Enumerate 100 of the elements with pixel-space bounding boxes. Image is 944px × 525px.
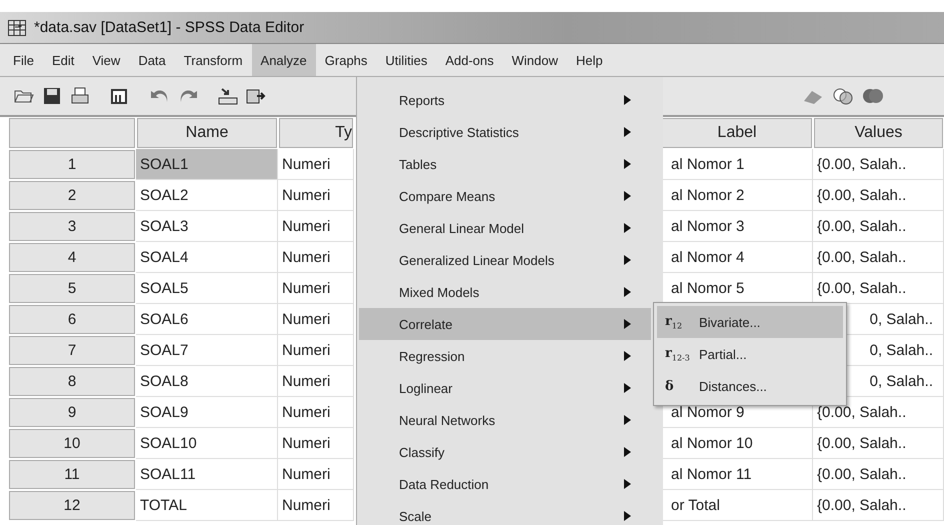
column-header[interactable]: Values — [814, 118, 943, 148]
menu-item[interactable]: Help — [567, 44, 612, 76]
table-cell[interactable]: SOAL5 — [136, 273, 278, 304]
column-header[interactable]: Ty — [279, 118, 353, 148]
table-cell[interactable]: al Nomor 4 — [661, 242, 813, 273]
table-cell[interactable]: Numeri — [278, 490, 354, 521]
table-cell[interactable]: al Nomor 2 — [661, 180, 813, 211]
go-to-case-icon[interactable] — [218, 87, 238, 105]
table-cell[interactable]: Numeri — [278, 211, 354, 242]
venn-circles-icon[interactable] — [832, 87, 854, 105]
menu-item[interactable]: File — [4, 44, 43, 76]
table-cell[interactable]: al Nomor 3 — [661, 211, 813, 242]
submenu-arrow-icon — [624, 415, 631, 425]
menu-item[interactable]: View — [83, 44, 130, 76]
table-cell[interactable]: al Nomor 10 — [661, 428, 813, 459]
menu-item[interactable]: Add-ons — [436, 44, 503, 76]
submenu-arrow-icon — [624, 191, 631, 201]
table-cell[interactable]: {0.00, Salah.. — [813, 428, 944, 459]
table-cell[interactable]: SOAL9 — [136, 397, 278, 428]
statistic-icon: r$_{12-3}$ — [665, 346, 689, 362]
row-number[interactable]: 4 — [9, 243, 135, 272]
app-icon — [8, 20, 26, 36]
row-number[interactable]: 10 — [9, 429, 135, 458]
statistic-icon: δ — [665, 378, 689, 394]
row-number[interactable]: 8 — [9, 367, 135, 396]
window-title: *data.sav [DataSet1] - SPSS Data Editor — [34, 19, 304, 36]
filled-circles-icon[interactable] — [862, 87, 884, 105]
save-icon[interactable] — [42, 87, 62, 105]
table-cell[interactable]: SOAL2 — [136, 180, 278, 211]
table-cell[interactable]: Numeri — [278, 397, 354, 428]
menu-item[interactable]: Data Reduction — [359, 468, 651, 500]
table-cell[interactable]: {0.00, Salah.. — [813, 397, 944, 428]
insert-cases-icon[interactable] — [246, 87, 266, 105]
submenu-arrow-icon — [624, 287, 631, 297]
table-cell[interactable]: SOAL6 — [136, 304, 278, 335]
table-cell[interactable]: TOTAL — [136, 490, 278, 521]
menu-item[interactable]: Generalized Linear Models — [359, 244, 651, 276]
menu-item[interactable]: Scale — [359, 500, 651, 525]
menu-item[interactable]: Window — [502, 44, 567, 76]
submenu-arrow-icon — [624, 255, 631, 265]
menu-item[interactable]: Neural Networks — [359, 404, 651, 436]
row-number[interactable]: 3 — [9, 212, 135, 241]
submenu-arrow-icon — [624, 511, 631, 521]
submenu-arrow-icon — [624, 223, 631, 233]
table-cell[interactable]: {0.00, Salah.. — [813, 242, 944, 273]
row-number[interactable]: 7 — [9, 336, 135, 365]
menu-item[interactable]: Classify — [359, 436, 651, 468]
menu-item[interactable]: Analyze — [252, 44, 316, 76]
row-number[interactable]: 9 — [9, 398, 135, 427]
menu-item[interactable]: Regression — [359, 340, 651, 372]
menu-item[interactable]: Graphs — [316, 44, 376, 76]
table-cell[interactable]: {0.00, Salah.. — [813, 459, 944, 490]
menu-item[interactable]: Descriptive Statistics — [359, 116, 651, 148]
table-cell[interactable]: SOAL8 — [136, 366, 278, 397]
table-cell[interactable]: al Nomor 1 — [661, 149, 813, 180]
table-cell[interactable]: Numeri — [278, 304, 354, 335]
row-number[interactable]: 12 — [9, 491, 135, 520]
table-cell[interactable]: al Nomor 11 — [661, 459, 813, 490]
row-number[interactable]: 5 — [9, 274, 135, 303]
table-cell[interactable]: Numeri — [278, 335, 354, 366]
table-cell[interactable]: Numeri — [278, 180, 354, 211]
row-number[interactable]: 11 — [9, 460, 135, 489]
table-cell[interactable]: Numeri — [278, 428, 354, 459]
column-header[interactable]: Label — [662, 118, 812, 148]
submenu-arrow-icon — [624, 95, 631, 105]
table-cell[interactable]: {0.00, Salah.. — [813, 211, 944, 242]
menu-item[interactable]: Edit — [42, 44, 84, 76]
menu-item[interactable]: Transform — [174, 44, 252, 76]
table-cell[interactable]: SOAL11 — [136, 459, 278, 490]
table-cell[interactable]: Numeri — [278, 366, 354, 397]
menu-item[interactable]: Utilities — [376, 44, 436, 76]
submenu-arrow-icon — [624, 127, 631, 137]
menu-item[interactable]: Correlate — [359, 308, 651, 340]
table-cell[interactable]: {0.00, Salah.. — [813, 149, 944, 180]
menu-item[interactable]: Loglinear — [359, 372, 651, 404]
table-cell[interactable]: SOAL4 — [136, 242, 278, 273]
table-cell[interactable]: SOAL7 — [136, 335, 278, 366]
print-icon[interactable] — [70, 87, 90, 105]
table-cell[interactable]: {0.00, Salah.. — [813, 180, 944, 211]
submenu-arrow-icon — [624, 479, 631, 489]
table-cell[interactable]: Numeri — [278, 149, 354, 180]
table-cell[interactable]: Numeri — [278, 242, 354, 273]
table-cell[interactable]: or Total — [661, 490, 813, 521]
row-number[interactable]: 6 — [9, 305, 135, 334]
submenu-arrow-icon — [624, 447, 631, 457]
menu-item[interactable]: r$_{12}$ Bivariate... — [657, 306, 843, 338]
table-cell[interactable]: Numeri — [278, 273, 354, 304]
table-cell[interactable]: Numeri — [278, 459, 354, 490]
table-cell[interactable]: SOAL1 — [136, 149, 278, 180]
row-number[interactable]: 1 — [9, 150, 135, 179]
menu-item[interactable]: Tables — [359, 148, 651, 180]
table-cell[interactable]: SOAL3 — [136, 211, 278, 242]
table-cell[interactable]: {0.00, Salah.. — [813, 490, 944, 521]
menu-item[interactable]: Mixed Models — [359, 276, 651, 308]
row-number[interactable]: 2 — [9, 181, 135, 210]
column-header[interactable]: Name — [137, 118, 277, 148]
table-cell[interactable]: SOAL10 — [136, 428, 278, 459]
menu-item[interactable]: Compare Means — [359, 180, 651, 212]
menu-item[interactable]: Data — [129, 44, 175, 76]
menu-item[interactable]: General Linear Model — [359, 212, 651, 244]
